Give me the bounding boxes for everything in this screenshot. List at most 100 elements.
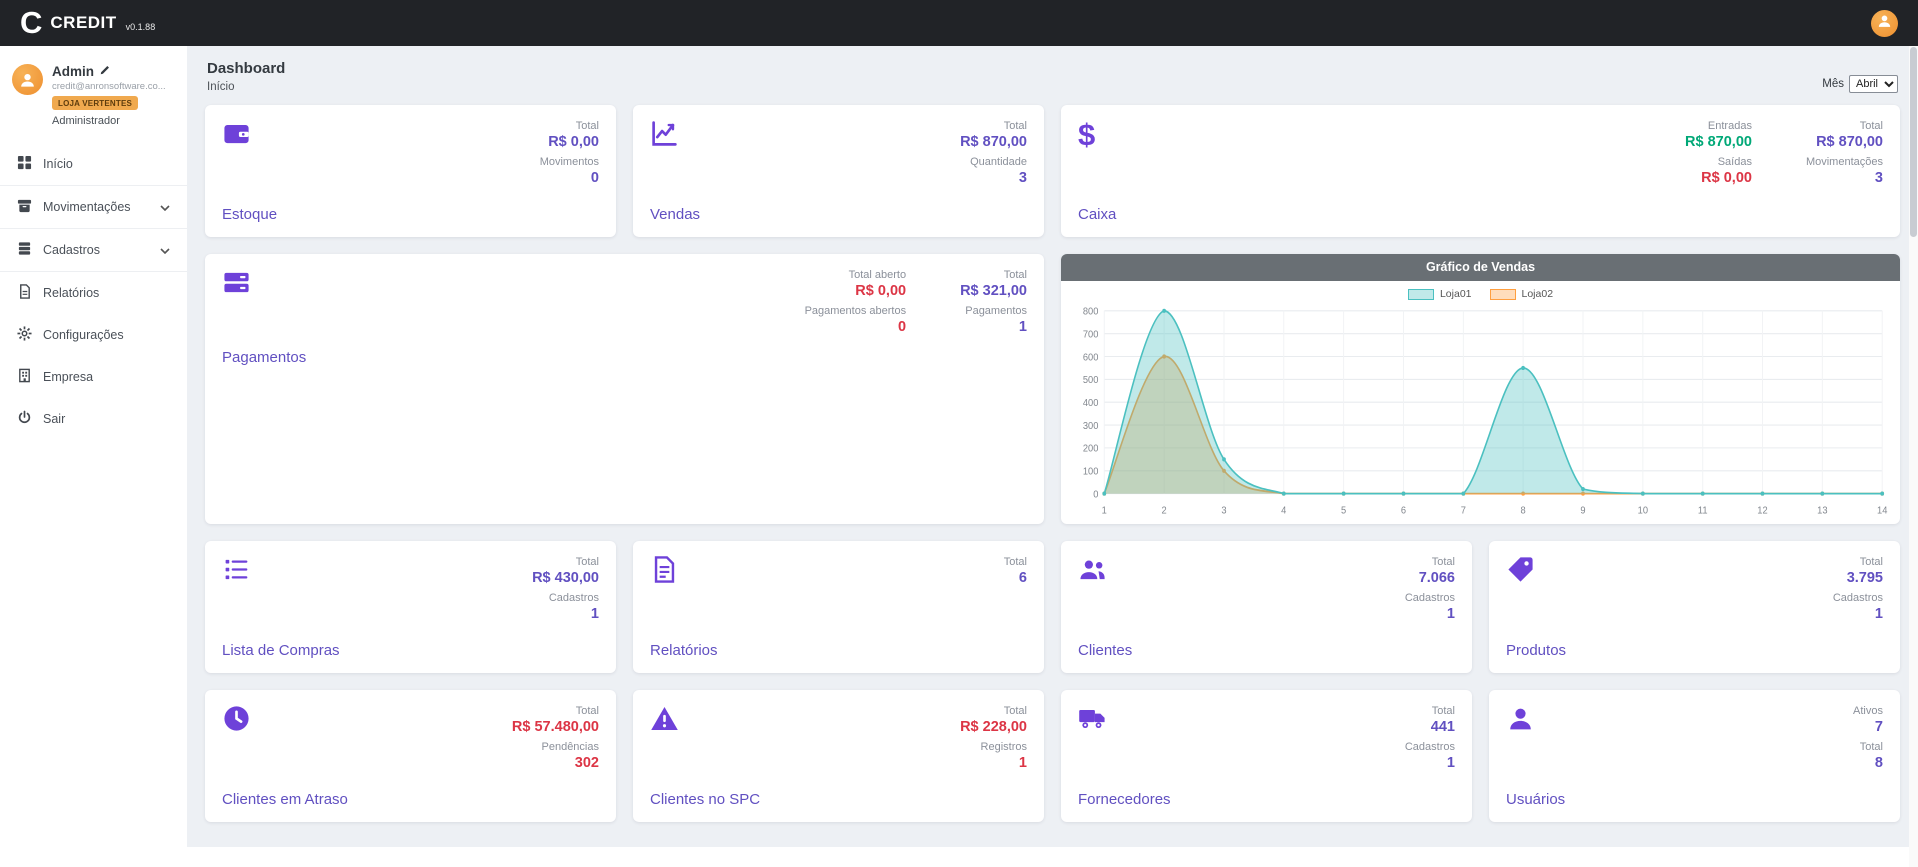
sidebar-item-inicio[interactable]: Início	[0, 143, 187, 185]
card-stats: Entradas R$ 870,00 Saídas R$ 0,00	[1685, 119, 1752, 191]
svg-text:10: 10	[1638, 505, 1649, 517]
stat-value: R$ 870,00	[1806, 133, 1883, 152]
card-stats: Total R$ 0,00 Movimentos 0	[540, 119, 599, 191]
page-title: Dashboard	[207, 60, 285, 77]
svg-text:300: 300	[1083, 420, 1099, 432]
scrollbar[interactable]	[1909, 46, 1918, 867]
card-clientes[interactable]: Total 7.066 Cadastros 1 Clientes	[1061, 541, 1472, 673]
sidebar-item-relatorios[interactable]: Relatórios	[0, 272, 187, 314]
document-icon	[650, 555, 679, 584]
truck-icon	[1078, 704, 1107, 733]
stat-label: Entradas	[1685, 119, 1752, 133]
svg-text:3: 3	[1221, 505, 1227, 517]
tag-icon	[1506, 555, 1535, 584]
store-badge: LOJA VERTENTES	[52, 96, 138, 110]
svg-text:9: 9	[1580, 505, 1586, 517]
building-icon	[17, 368, 32, 386]
sidebar-profile: Admin credit@anronsoftware.co... LOJA VE…	[0, 56, 187, 143]
svg-text:100: 100	[1083, 466, 1099, 478]
stat-label: Total aberto	[805, 268, 907, 282]
card-title: Usuários	[1506, 791, 1883, 808]
legend-label: Loja01	[1440, 288, 1472, 300]
card-stats: Total R$ 57.480,00 Pendências 302	[512, 704, 599, 776]
edit-pencil-icon[interactable]	[99, 64, 110, 79]
top-navbar: C CREDIT v0.1.88	[0, 0, 1918, 46]
chart-line-icon	[650, 119, 679, 148]
stat-label: Total	[960, 119, 1027, 133]
card-clientes-atraso[interactable]: Total R$ 57.480,00 Pendências 302 Client…	[205, 690, 616, 822]
card-grafico-vendas: Gráfico de Vendas Loja01 Loja02 01002003…	[1061, 254, 1900, 524]
stat-value: 1	[532, 605, 599, 624]
sidebar: Admin credit@anronsoftware.co... LOJA VE…	[0, 46, 187, 867]
card-produtos[interactable]: Total 3.795 Cadastros 1 Produtos	[1489, 541, 1900, 673]
card-usuarios[interactable]: Ativos 7 Total 8 Usuários	[1489, 690, 1900, 822]
svg-text:12: 12	[1757, 505, 1767, 517]
card-title: Lista de Compras	[222, 642, 599, 659]
stat-value: R$ 0,00	[805, 282, 907, 301]
sidebar-item-empresa[interactable]: Empresa	[0, 356, 187, 398]
card-title: Vendas	[650, 206, 1027, 223]
stat-value: R$ 0,00	[540, 133, 599, 152]
svg-text:200: 200	[1083, 443, 1099, 455]
gear-icon	[17, 326, 32, 344]
card-stats: Total R$ 870,00 Quantidade 3	[960, 119, 1027, 191]
stat-value: 1	[1405, 754, 1455, 773]
stat-label: Ativos	[1853, 704, 1883, 718]
stat-value: 302	[512, 754, 599, 773]
sales-chart: 0100200300400500600700800123456789101112…	[1069, 302, 1892, 520]
card-pagamentos[interactable]: Total aberto R$ 0,00 Pagamentos abertos …	[205, 254, 1044, 524]
svg-text:13: 13	[1817, 505, 1828, 517]
stat-value: 1	[960, 318, 1027, 337]
card-title: Clientes no SPC	[650, 791, 1027, 808]
stat-label: Pendências	[512, 740, 599, 754]
stat-label: Total	[540, 119, 599, 133]
card-stats: Total aberto R$ 0,00 Pagamentos abertos …	[805, 268, 907, 340]
svg-text:4: 4	[1281, 505, 1287, 517]
legend-label: Loja02	[1522, 288, 1554, 300]
stat-label: Total	[1405, 704, 1455, 718]
month-select[interactable]: Abril	[1849, 75, 1898, 93]
card-fornecedores[interactable]: Total 441 Cadastros 1 Fornecedores	[1061, 690, 1472, 822]
sidebar-item-sair[interactable]: Sair	[0, 398, 187, 440]
chart-title: Gráfico de Vendas	[1061, 254, 1900, 281]
app-logo: C	[20, 9, 41, 37]
user-avatar-button[interactable]	[1871, 10, 1898, 37]
stat-value: 8	[1853, 754, 1883, 773]
sidebar-item-movimentacoes[interactable]: Movimentações	[0, 185, 187, 228]
scrollbar-thumb[interactable]	[1910, 47, 1917, 237]
sidebar-item-configuracoes[interactable]: Configurações	[0, 314, 187, 356]
user-role: Administrador	[52, 115, 166, 127]
stat-label: Total	[960, 704, 1027, 718]
sidebar-item-cadastros[interactable]: Cadastros	[0, 228, 187, 272]
sidebar-item-label: Cadastros	[43, 243, 100, 257]
card-stats: Total R$ 228,00 Registros 1	[960, 704, 1027, 776]
card-vendas[interactable]: Total R$ 870,00 Quantidade 3 Vendas	[633, 105, 1044, 237]
legend-item-loja01[interactable]: Loja01	[1408, 288, 1472, 300]
legend-item-loja02[interactable]: Loja02	[1490, 288, 1554, 300]
card-stats: Total 441 Cadastros 1	[1405, 704, 1455, 776]
brand[interactable]: C CREDIT v0.1.88	[20, 9, 155, 37]
user-name: Admin	[52, 64, 94, 79]
svg-text:14: 14	[1877, 505, 1888, 517]
svg-text:700: 700	[1083, 329, 1099, 341]
svg-text:400: 400	[1083, 398, 1099, 410]
stat-value: R$ 0,00	[1685, 169, 1752, 188]
avatar	[12, 64, 43, 95]
card-relatorios[interactable]: Total 6 Relatórios	[633, 541, 1044, 673]
stat-label: Cadastros	[1405, 740, 1455, 754]
stat-value: R$ 870,00	[960, 133, 1027, 152]
warning-triangle-icon	[650, 704, 679, 733]
stat-value: 1	[1833, 605, 1883, 624]
card-estoque[interactable]: Total R$ 0,00 Movimentos 0 Estoque	[205, 105, 616, 237]
person-icon	[1876, 12, 1893, 34]
stat-value: 1	[960, 754, 1027, 773]
sidebar-item-label: Sair	[43, 412, 65, 426]
card-lista-compras[interactable]: Total R$ 430,00 Cadastros 1 Lista de Com…	[205, 541, 616, 673]
card-caixa[interactable]: $ Entradas R$ 870,00 Saídas R$ 0,00 Tota…	[1061, 105, 1900, 237]
card-clientes-spc[interactable]: Total R$ 228,00 Registros 1 Clientes no …	[633, 690, 1044, 822]
stat-value: 3	[1806, 169, 1883, 188]
users-icon	[1078, 555, 1107, 584]
svg-text:6: 6	[1401, 505, 1407, 517]
stat-label: Movimentações	[1806, 155, 1883, 169]
card-stats: Total R$ 870,00 Movimentações 3	[1806, 119, 1883, 191]
